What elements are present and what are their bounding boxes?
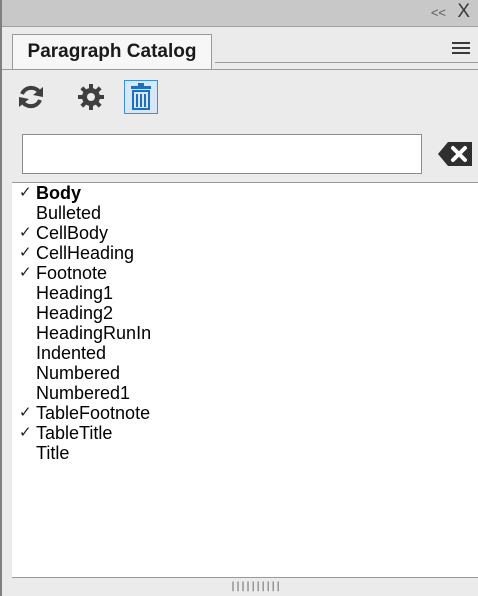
list-item[interactable]: Title bbox=[12, 443, 478, 463]
delete-unused-button[interactable] bbox=[124, 80, 158, 114]
clear-search-button[interactable] bbox=[436, 139, 474, 169]
list-item[interactable]: ✓ CellHeading bbox=[12, 243, 478, 263]
list-item-label: TableTitle bbox=[36, 423, 113, 443]
tab-paragraph-catalog[interactable]: Paragraph Catalog bbox=[12, 34, 212, 69]
check-icon: ✓ bbox=[19, 404, 32, 421]
list-item-label: Title bbox=[36, 443, 70, 463]
gear-icon bbox=[78, 84, 104, 110]
tab-divider bbox=[215, 62, 478, 63]
list-item-label: Numbered1 bbox=[36, 383, 131, 403]
list-item[interactable]: ✓ Footnote bbox=[12, 263, 478, 283]
check-icon: ✓ bbox=[19, 184, 32, 201]
check-icon: ✓ bbox=[19, 224, 32, 241]
list-item-label: Numbered bbox=[36, 363, 121, 383]
list-item-label: Indented bbox=[36, 343, 107, 363]
list-item-label: HeadingRunIn bbox=[36, 323, 152, 343]
list-item-label: CellHeading bbox=[36, 243, 135, 263]
list-item-label: TableFootnote bbox=[36, 403, 151, 423]
check-icon: ✓ bbox=[19, 244, 32, 261]
list-item-label: Heading2 bbox=[36, 303, 114, 323]
list-item[interactable]: Heading2 bbox=[12, 303, 478, 323]
tab-label: Paragraph Catalog bbox=[27, 41, 197, 62]
search-input[interactable] bbox=[22, 134, 422, 174]
list-item-label: Body bbox=[36, 183, 81, 203]
list-item[interactable]: Heading1 bbox=[12, 283, 478, 303]
list-item-label: CellBody bbox=[36, 223, 109, 243]
list-item[interactable]: ✓ CellBody bbox=[12, 223, 478, 243]
list-item[interactable]: ✓ TableTitle bbox=[12, 423, 478, 443]
horizontal-scrollbar[interactable]: |||||||||| bbox=[12, 577, 478, 594]
list-item[interactable]: Bulleted bbox=[12, 203, 478, 223]
list-item[interactable]: Numbered bbox=[12, 363, 478, 383]
backspace-icon bbox=[438, 142, 472, 166]
list-item[interactable]: Numbered1 bbox=[12, 383, 478, 403]
list-item[interactable]: Indented bbox=[12, 343, 478, 363]
scroll-grip-icon[interactable]: |||||||||| bbox=[230, 581, 281, 592]
list-item-label: Bulleted bbox=[36, 203, 102, 223]
list-item[interactable]: HeadingRunIn bbox=[12, 323, 478, 343]
delete-icon bbox=[131, 83, 151, 110]
paragraph-catalog-panel: << X Paragraph Catalog ✓ Body Bulleted ✓… bbox=[0, 0, 478, 596]
check-icon: ✓ bbox=[19, 424, 32, 441]
list-item-label: Heading1 bbox=[36, 283, 114, 303]
list-item-label: Footnote bbox=[36, 263, 108, 283]
list-item[interactable]: ✓ Body bbox=[12, 183, 478, 203]
panel-titlebar[interactable]: << X bbox=[2, 0, 478, 27]
close-icon[interactable]: X bbox=[457, 1, 470, 23]
toolbar bbox=[2, 70, 478, 126]
settings-button[interactable] bbox=[74, 80, 108, 114]
paragraph-list[interactable]: ✓ Body Bulleted ✓ CellBody ✓ CellHeading ✓ Footn… bbox=[12, 182, 478, 577]
refresh-icon bbox=[19, 85, 43, 109]
refresh-button[interactable] bbox=[14, 80, 48, 114]
collapse-icon[interactable]: << bbox=[431, 5, 446, 20]
list-item[interactable]: ✓ TableFootnote bbox=[12, 403, 478, 423]
panel-menu-icon[interactable] bbox=[452, 42, 470, 54]
check-icon: ✓ bbox=[19, 264, 32, 281]
tab-bar: Paragraph Catalog bbox=[2, 27, 478, 70]
